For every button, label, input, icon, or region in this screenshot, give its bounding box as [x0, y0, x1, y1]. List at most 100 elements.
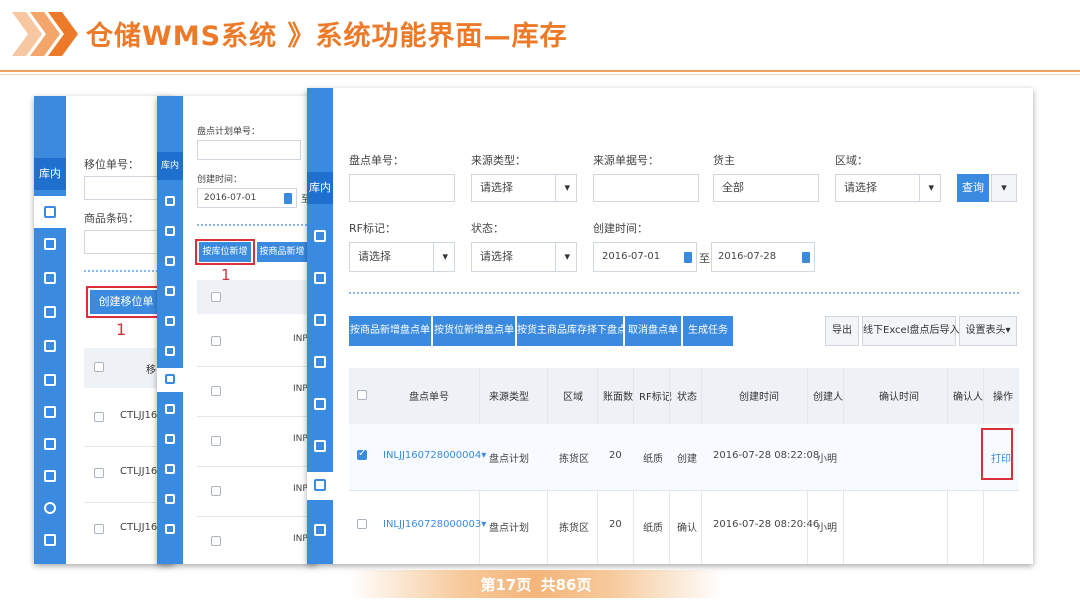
row-checkbox[interactable]	[357, 519, 367, 529]
row-checkbox[interactable]	[211, 336, 221, 346]
report-icon[interactable]	[165, 494, 175, 504]
query-dropdown-button[interactable]: ▾	[991, 174, 1017, 202]
chart-icon[interactable]	[44, 470, 56, 482]
plan-no-input[interactable]	[197, 140, 301, 160]
col-source-type: 来源类型	[489, 392, 529, 403]
select-all-checkbox[interactable]	[94, 362, 104, 372]
page-current: 第17页	[480, 576, 532, 594]
sidebar: 库内	[157, 96, 183, 564]
area-label: 区域：	[835, 154, 868, 167]
table-cell: CTLJJ16(	[120, 410, 162, 421]
source-type-label: 来源类型：	[471, 154, 526, 167]
date-from-input[interactable]: 2016-07-01	[197, 188, 297, 208]
user-icon[interactable]	[165, 464, 175, 474]
box-icon[interactable]	[165, 316, 175, 326]
query-button[interactable]: 查询	[957, 174, 989, 202]
sidebar-tab-warehouse[interactable]: 库内	[307, 172, 333, 204]
doc-icon[interactable]	[165, 226, 175, 236]
status-select[interactable]: 请选择	[471, 242, 577, 272]
move-icon[interactable]	[314, 230, 326, 242]
calendar-icon[interactable]	[684, 252, 692, 263]
source-no-input[interactable]	[593, 174, 699, 202]
plan-no-label: 盘点计划单号：	[197, 127, 261, 137]
doc-icon[interactable]	[165, 524, 175, 534]
transfer-icon[interactable]	[44, 272, 56, 284]
search-icon[interactable]	[44, 502, 56, 514]
chart-icon[interactable]	[165, 434, 175, 444]
set-header-button[interactable]: 设置表头▾	[959, 316, 1017, 346]
add-by-owner-stock-button[interactable]: 按货主商品库存择下盘点	[517, 316, 627, 346]
count-no-link[interactable]: INLJJ160728000004▾	[383, 450, 486, 461]
status-label: 状态：	[471, 222, 504, 235]
storage-icon[interactable]	[44, 406, 56, 418]
count-no-input[interactable]	[349, 174, 455, 202]
add-by-product-button[interactable]: 按商品新增	[257, 242, 307, 262]
created-time-cell: 2016-07-28 08:20:46	[713, 519, 820, 530]
date-from-input[interactable]: 2016-07-01	[593, 242, 697, 272]
source-type-cell: 盘点计划	[489, 454, 529, 465]
export-button[interactable]: 导出	[825, 316, 859, 346]
tag-icon[interactable]	[165, 346, 175, 356]
source-type-select[interactable]: 请选择	[471, 174, 577, 202]
row-checkbox[interactable]	[94, 468, 104, 478]
row-checkbox[interactable]	[94, 524, 104, 534]
row-checkbox[interactable]	[211, 436, 221, 446]
area-select[interactable]: 请选择	[835, 174, 941, 202]
grid-icon[interactable]	[314, 524, 326, 536]
grid-icon[interactable]	[44, 438, 56, 450]
select-divider	[433, 243, 434, 271]
add-by-product-button[interactable]: 按商品新增盘点单	[349, 316, 431, 346]
table-row[interactable]: INLJJ160728000004▾ 盘点计划 拣货区 20 纸质 创建 201…	[349, 424, 1019, 490]
box-icon[interactable]	[314, 398, 326, 410]
calendar-icon[interactable]	[802, 252, 810, 263]
sidebar-item-active[interactable]	[157, 368, 183, 392]
page-total: 共86页	[540, 576, 592, 594]
grid-icon[interactable]	[165, 404, 175, 414]
sidebar: 库内	[34, 96, 66, 564]
area-cell: 拣货区	[559, 523, 589, 534]
excel-import-button[interactable]: 线下Excel盘点后导入	[862, 316, 960, 346]
row-checkbox[interactable]	[211, 486, 221, 496]
rf-cell: 纸质	[643, 454, 663, 465]
tag-icon[interactable]	[44, 374, 56, 386]
row-checkbox[interactable]	[211, 536, 221, 546]
transfer-icon[interactable]	[165, 256, 175, 266]
cancel-count-button[interactable]: 取消盘点单	[625, 316, 681, 346]
title-chevron-icon	[12, 12, 78, 56]
select-divider	[919, 175, 920, 201]
select-all-checkbox[interactable]	[211, 292, 221, 302]
sidebar-item-active[interactable]	[34, 196, 66, 228]
report-icon[interactable]	[44, 534, 56, 546]
row-checkbox[interactable]	[357, 448, 367, 460]
list-icon[interactable]	[165, 286, 175, 296]
date-from-value: 2016-07-01	[602, 251, 661, 262]
sidebar-tab-warehouse[interactable]: 库内	[157, 152, 183, 180]
move-icon[interactable]	[165, 196, 175, 206]
doc-icon[interactable]	[314, 272, 326, 284]
rf-select[interactable]: 请选择	[349, 242, 455, 272]
doc-icon[interactable]	[44, 238, 56, 250]
table-row[interactable]: INLJJ160728000003▾ 盘点计划 拣货区 20 纸质 确认 201…	[349, 491, 1019, 557]
transfer-icon[interactable]	[314, 314, 326, 326]
add-by-location-button[interactable]: 按货位新增盘点单	[433, 316, 515, 346]
select-all-checkbox[interactable]	[357, 390, 367, 400]
generate-task-button[interactable]: 生成任务	[683, 316, 733, 346]
list-icon[interactable]	[44, 306, 56, 318]
box-icon[interactable]	[44, 340, 56, 352]
owner-input[interactable]: 全部	[713, 174, 819, 202]
calendar-icon[interactable]	[284, 193, 292, 204]
row-checkbox[interactable]	[211, 386, 221, 396]
count-no-label: 盘点单号：	[349, 154, 404, 167]
list-icon[interactable]	[314, 356, 326, 368]
sidebar-item-active[interactable]	[307, 472, 333, 500]
count-no-link[interactable]: INLJJ160728000003▾	[383, 519, 486, 530]
col-count-no: 盘点单号	[409, 392, 449, 403]
table-header	[197, 280, 317, 314]
tag-icon[interactable]	[314, 440, 326, 452]
move-no-label: 移位单号：	[84, 158, 139, 171]
sidebar-tab-warehouse[interactable]: 库内	[34, 158, 66, 190]
table-header: 盘点单号 来源类型 区域 账面数 RF标记 状态 创建时间 创建人 确认时间 确…	[349, 368, 1019, 424]
date-to-input[interactable]: 2016-07-28	[711, 242, 815, 272]
row-checkbox[interactable]	[94, 412, 104, 422]
col-confirm-time: 确认时间	[879, 392, 919, 403]
